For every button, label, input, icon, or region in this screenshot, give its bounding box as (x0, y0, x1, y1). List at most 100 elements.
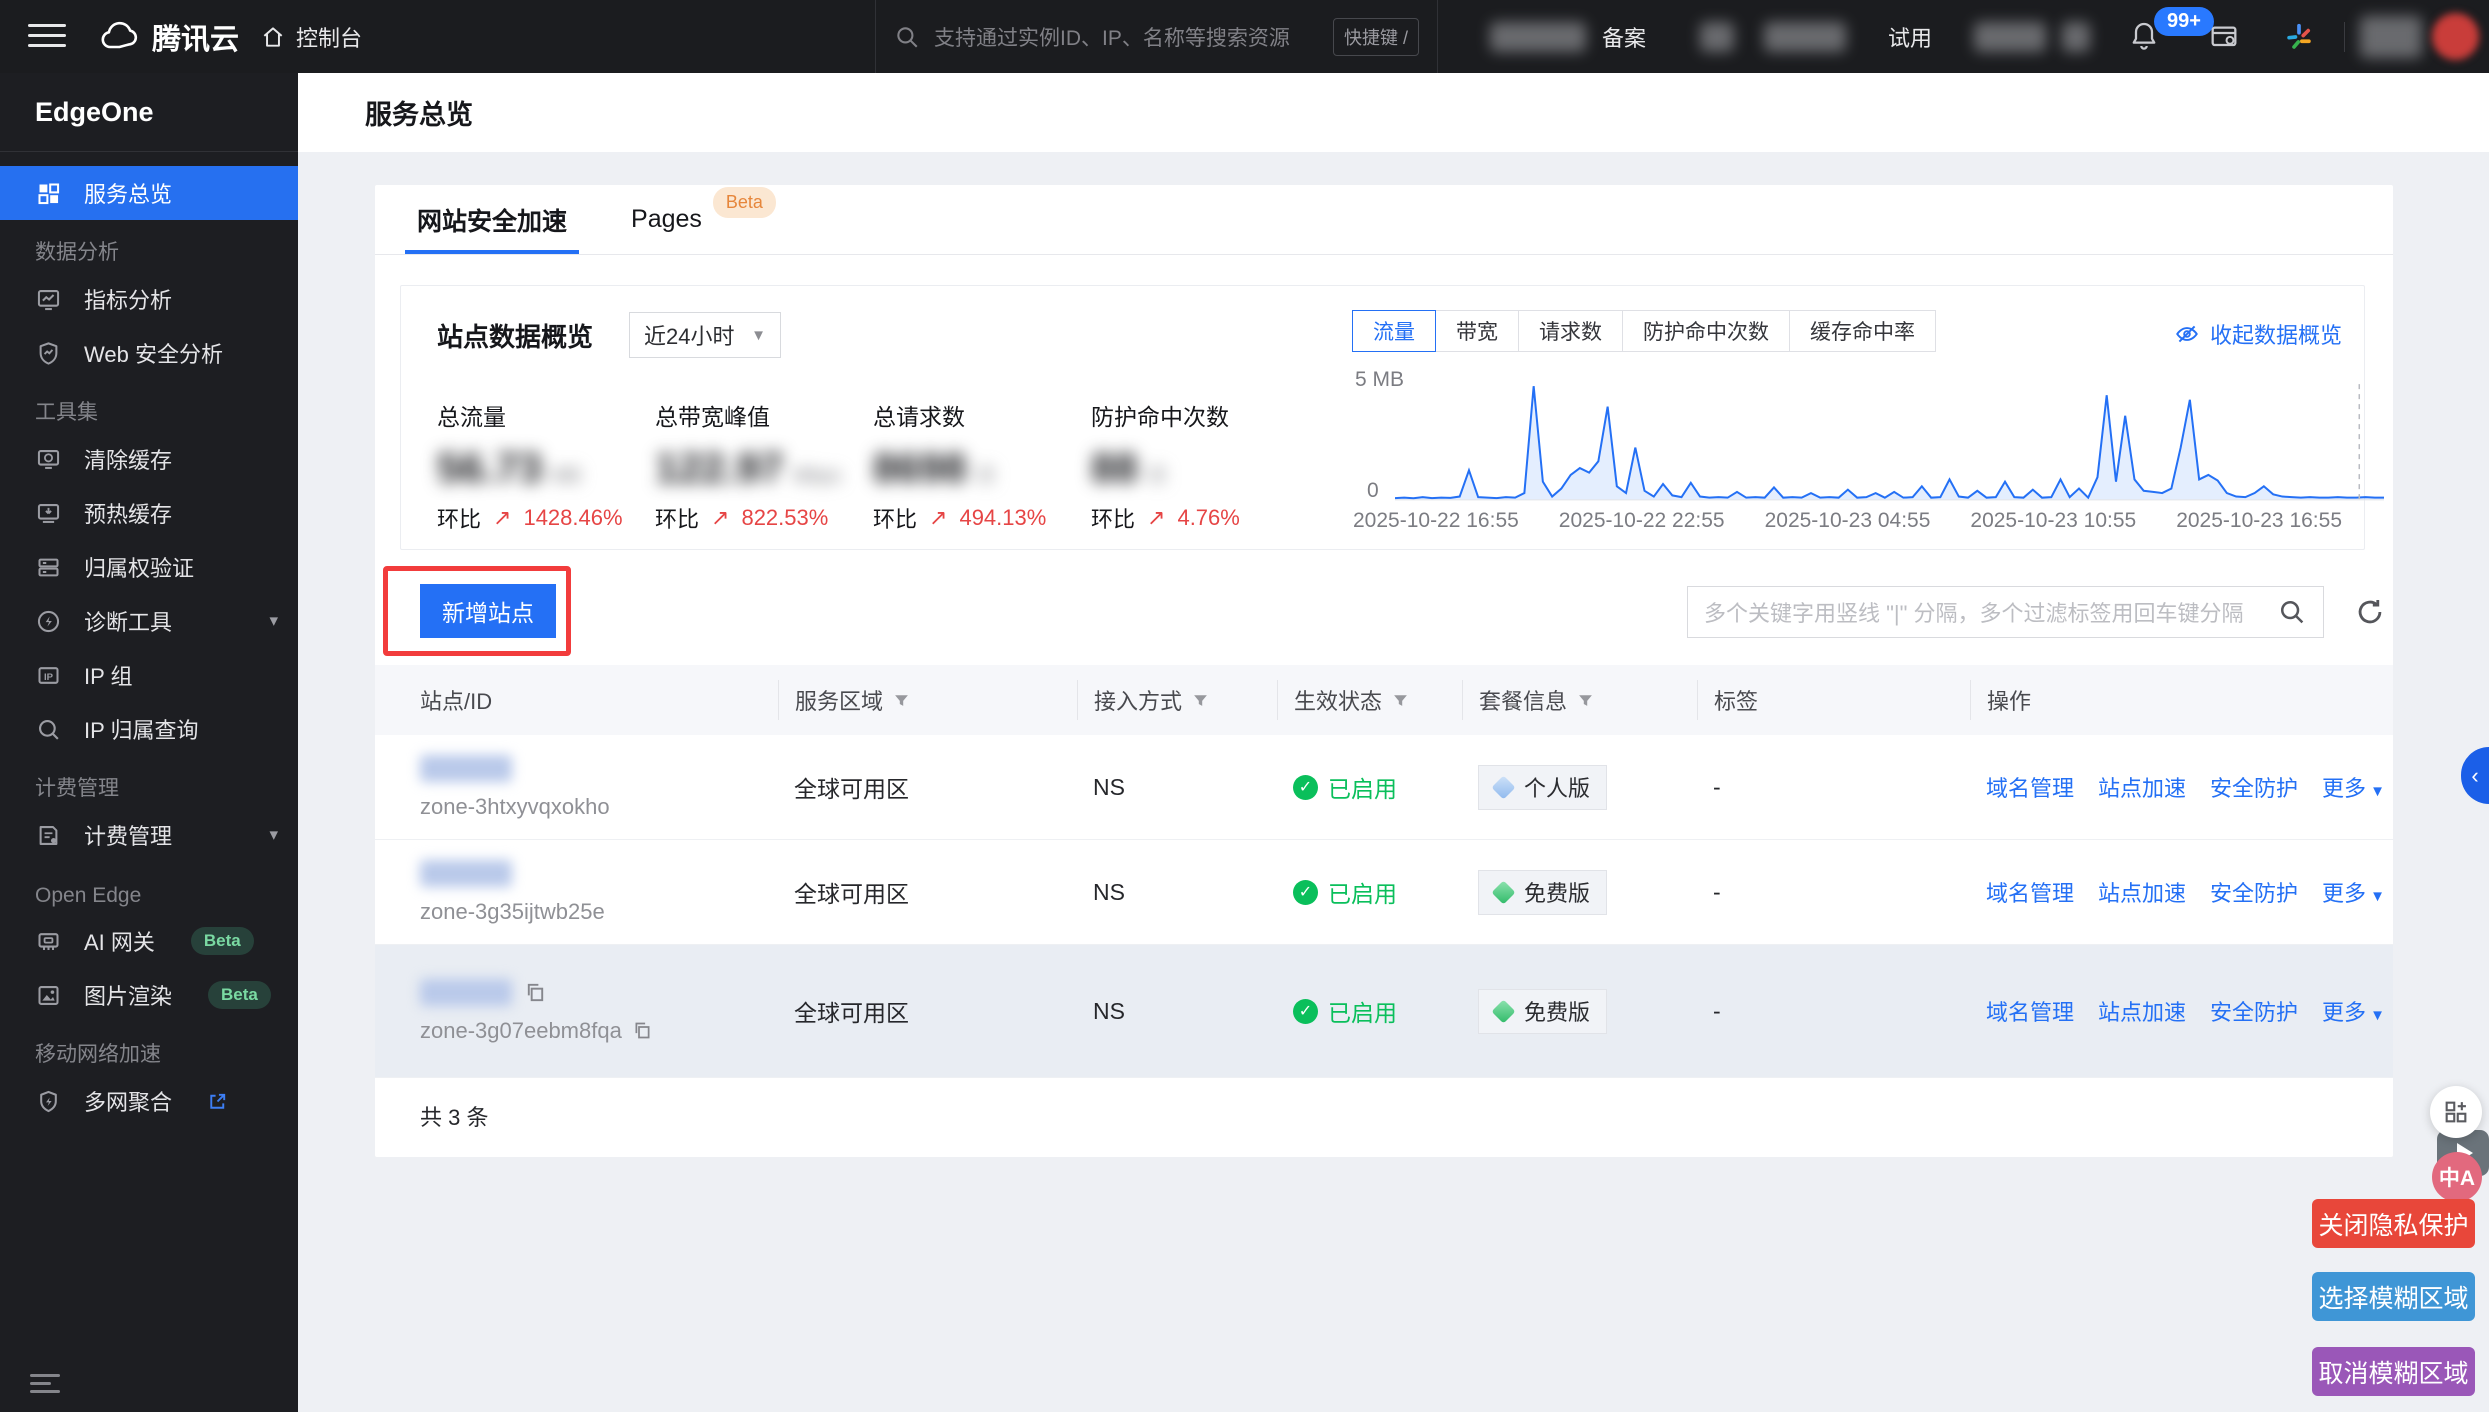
beian-link[interactable]: 备案 (1602, 0, 1646, 73)
filter-funnel-icon[interactable] (1192, 692, 1209, 709)
widget-grid-sparkle-button[interactable] (2430, 1086, 2482, 1138)
status-badge: ✓已启用 (1293, 994, 1397, 1028)
ratio-up-arrow: ↗ (711, 505, 729, 531)
console-settings-icon[interactable] (2208, 0, 2240, 73)
copy-icon[interactable] (524, 981, 547, 1004)
sidebar-item-image-render[interactable]: 图片渲染 Beta (0, 968, 298, 1022)
search-icon[interactable] (2277, 597, 2307, 627)
sidebar-item-web-security-analysis[interactable]: Web 安全分析 (0, 326, 298, 380)
sidebar-section-data-analysis: 数据分析 (0, 228, 298, 272)
action-domain-management[interactable]: 域名管理 (1986, 771, 2074, 803)
notification-count-badge[interactable]: 99+ (2154, 7, 2214, 36)
tab-pages[interactable]: Pages Beta (631, 185, 702, 254)
select-blur-region-button[interactable]: 选择模糊区域 (2312, 1272, 2475, 1321)
action-more[interactable]: 更多▼ (2322, 771, 2385, 803)
blurred-site-name-link[interactable] (420, 979, 512, 1006)
console-link[interactable]: 控制台 (260, 0, 362, 73)
sidebar-item-diagnostic-tools[interactable]: 诊断工具 ▾ (0, 594, 298, 648)
topbar: 腾讯云 控制台 支持通过实例ID、IP、名称等搜索资源 快捷键 / 备案 试用 … (0, 0, 2489, 73)
redacted-nav-item[interactable] (1764, 22, 1846, 52)
action-domain-management[interactable]: 域名管理 (1986, 876, 2074, 908)
plan-diamond-icon (1491, 999, 1515, 1023)
redacted-nav-item[interactable] (2062, 22, 2090, 52)
filter-funnel-icon[interactable] (1392, 692, 1409, 709)
blurred-stat-value: 8698次 (873, 444, 1091, 492)
sidebar-item-prefetch-cache[interactable]: 预热缓存 (0, 486, 298, 540)
x-axis-labels: 2025-10-22 16:55 2025-10-22 22:55 2025-1… (1353, 509, 2342, 533)
add-site-button[interactable]: 新增站点 (420, 584, 556, 638)
sidebar-item-service-overview[interactable]: 服务总览 (0, 166, 298, 220)
access-cell: NS (1077, 879, 1277, 906)
refresh-icon[interactable] (2353, 595, 2387, 629)
plan-badge: 免费版 (1478, 989, 1607, 1034)
col-tags: 标签 (1697, 680, 1970, 720)
check-icon: ✓ (1293, 880, 1318, 905)
service-tabs: 网站安全加速 Pages Beta (375, 185, 2393, 255)
privacy-off-button[interactable]: 关闭隐私保护 (2312, 1199, 2475, 1248)
redacted-nav-item[interactable] (1490, 22, 1586, 52)
chevron-down-icon: ▼ (2370, 783, 2385, 800)
sidebar-item-multi-network[interactable]: 多网聚合 (0, 1074, 298, 1128)
stats-row: 总流量 56.73MB 环比↗1428.46% 总带宽峰值 122.97Mbps… (437, 398, 1309, 534)
chevron-down-icon: ▼ (751, 327, 766, 344)
stat-total-traffic: 总流量 56.73MB 环比↗1428.46% (437, 398, 655, 534)
plan-badge: 个人版 (1478, 765, 1607, 810)
redacted-nav-item[interactable] (1700, 22, 1734, 52)
purge-cache-icon (35, 446, 62, 473)
pinwheel-assistant-icon[interactable] (2282, 0, 2316, 73)
sidebar-item-metric-analysis[interactable]: 指标分析 (0, 272, 298, 326)
collapse-overview-link[interactable]: 收起数据概览 (2174, 318, 2342, 350)
blurred-site-name-link[interactable] (420, 755, 512, 782)
action-more[interactable]: 更多▼ (2322, 876, 2385, 908)
topbar-divider (2344, 22, 2345, 52)
col-status: 生效状态 (1277, 680, 1462, 720)
filter-funnel-icon[interactable] (1577, 692, 1594, 709)
redacted-account-name[interactable] (2360, 16, 2422, 58)
metric-tab-bandwidth[interactable]: 带宽 (1435, 310, 1519, 352)
magnifier-icon (35, 716, 62, 743)
tab-site-acceleration[interactable]: 网站安全加速 (417, 185, 567, 254)
global-search-input[interactable]: 支持通过实例ID、IP、名称等搜索资源 快捷键 / (875, 0, 1438, 73)
site-filter-input[interactable]: 多个关键字用竖线 "|" 分隔，多个过滤标签用回车键分隔 (1687, 586, 2324, 638)
metric-tab-traffic[interactable]: 流量 (1352, 310, 1436, 352)
trial-link[interactable]: 试用 (1888, 0, 1932, 73)
metric-tab-protection-hits[interactable]: 防护命中次数 (1622, 310, 1790, 352)
table-row[interactable]: zone-3g35ijtwb25e 全球可用区 NS ✓已启用 免费版 - 域名… (375, 840, 2393, 945)
filter-funnel-icon[interactable] (893, 692, 910, 709)
user-avatar[interactable] (2432, 13, 2479, 60)
action-security-protection[interactable]: 安全防护 (2210, 995, 2298, 1027)
blurred-site-name-link[interactable] (420, 860, 512, 887)
status-badge: ✓已启用 (1293, 770, 1397, 804)
action-domain-management[interactable]: 域名管理 (1986, 995, 2074, 1027)
cancel-blur-region-button[interactable]: 取消模糊区域 (2312, 1347, 2475, 1396)
action-site-acceleration[interactable]: 站点加速 (2098, 771, 2186, 803)
table-row[interactable]: zone-3htxyvqxokho 全球可用区 NS ✓已启用 个人版 - 域名… (375, 735, 2393, 840)
sidebar: EdgeOne 服务总览 数据分析 指标分析 Web 安全分析 工具集 清除 (0, 73, 298, 1412)
sidebar-item-ip-group[interactable]: IP IP 组 (0, 648, 298, 702)
sidebar-section-open-edge: Open Edge (0, 870, 298, 914)
sidebar-item-ip-lookup[interactable]: IP 归属查询 (0, 702, 298, 756)
table-row[interactable]: zone-3g07eebm8fqa 全球可用区 NS ✓已启用 免费版 - 域名… (375, 945, 2393, 1078)
action-site-acceleration[interactable]: 站点加速 (2098, 995, 2186, 1027)
hamburger-menu-icon[interactable] (28, 24, 66, 50)
time-range-select[interactable]: 近24小时 ▼ (629, 312, 781, 358)
action-security-protection[interactable]: 安全防护 (2210, 876, 2298, 908)
translate-button[interactable]: 中A (2432, 1152, 2482, 1202)
action-site-acceleration[interactable]: 站点加速 (2098, 876, 2186, 908)
sidebar-item-ai-gateway[interactable]: AI 网关 Beta (0, 914, 298, 968)
beta-badge: Beta (191, 927, 254, 955)
action-more[interactable]: 更多▼ (2322, 995, 2385, 1027)
sidebar-item-purge-cache[interactable]: 清除缓存 (0, 432, 298, 486)
redacted-nav-item[interactable] (1974, 22, 2046, 52)
metric-tab-requests[interactable]: 请求数 (1518, 310, 1623, 352)
region-cell: 全球可用区 (778, 875, 1077, 909)
plan-diamond-icon (1491, 775, 1515, 799)
sidebar-collapse-button[interactable] (30, 1374, 60, 1396)
brand[interactable]: 腾讯云 (100, 0, 239, 73)
copy-icon[interactable] (632, 1020, 653, 1041)
sidebar-item-ownership-verification[interactable]: 归属权验证 (0, 540, 298, 594)
action-security-protection[interactable]: 安全防护 (2210, 771, 2298, 803)
sidebar-item-billing[interactable]: 计费管理 ▾ (0, 808, 298, 862)
metric-tab-cache-hit-rate[interactable]: 缓存命中率 (1789, 310, 1936, 352)
tag-cell: - (1697, 879, 1970, 906)
